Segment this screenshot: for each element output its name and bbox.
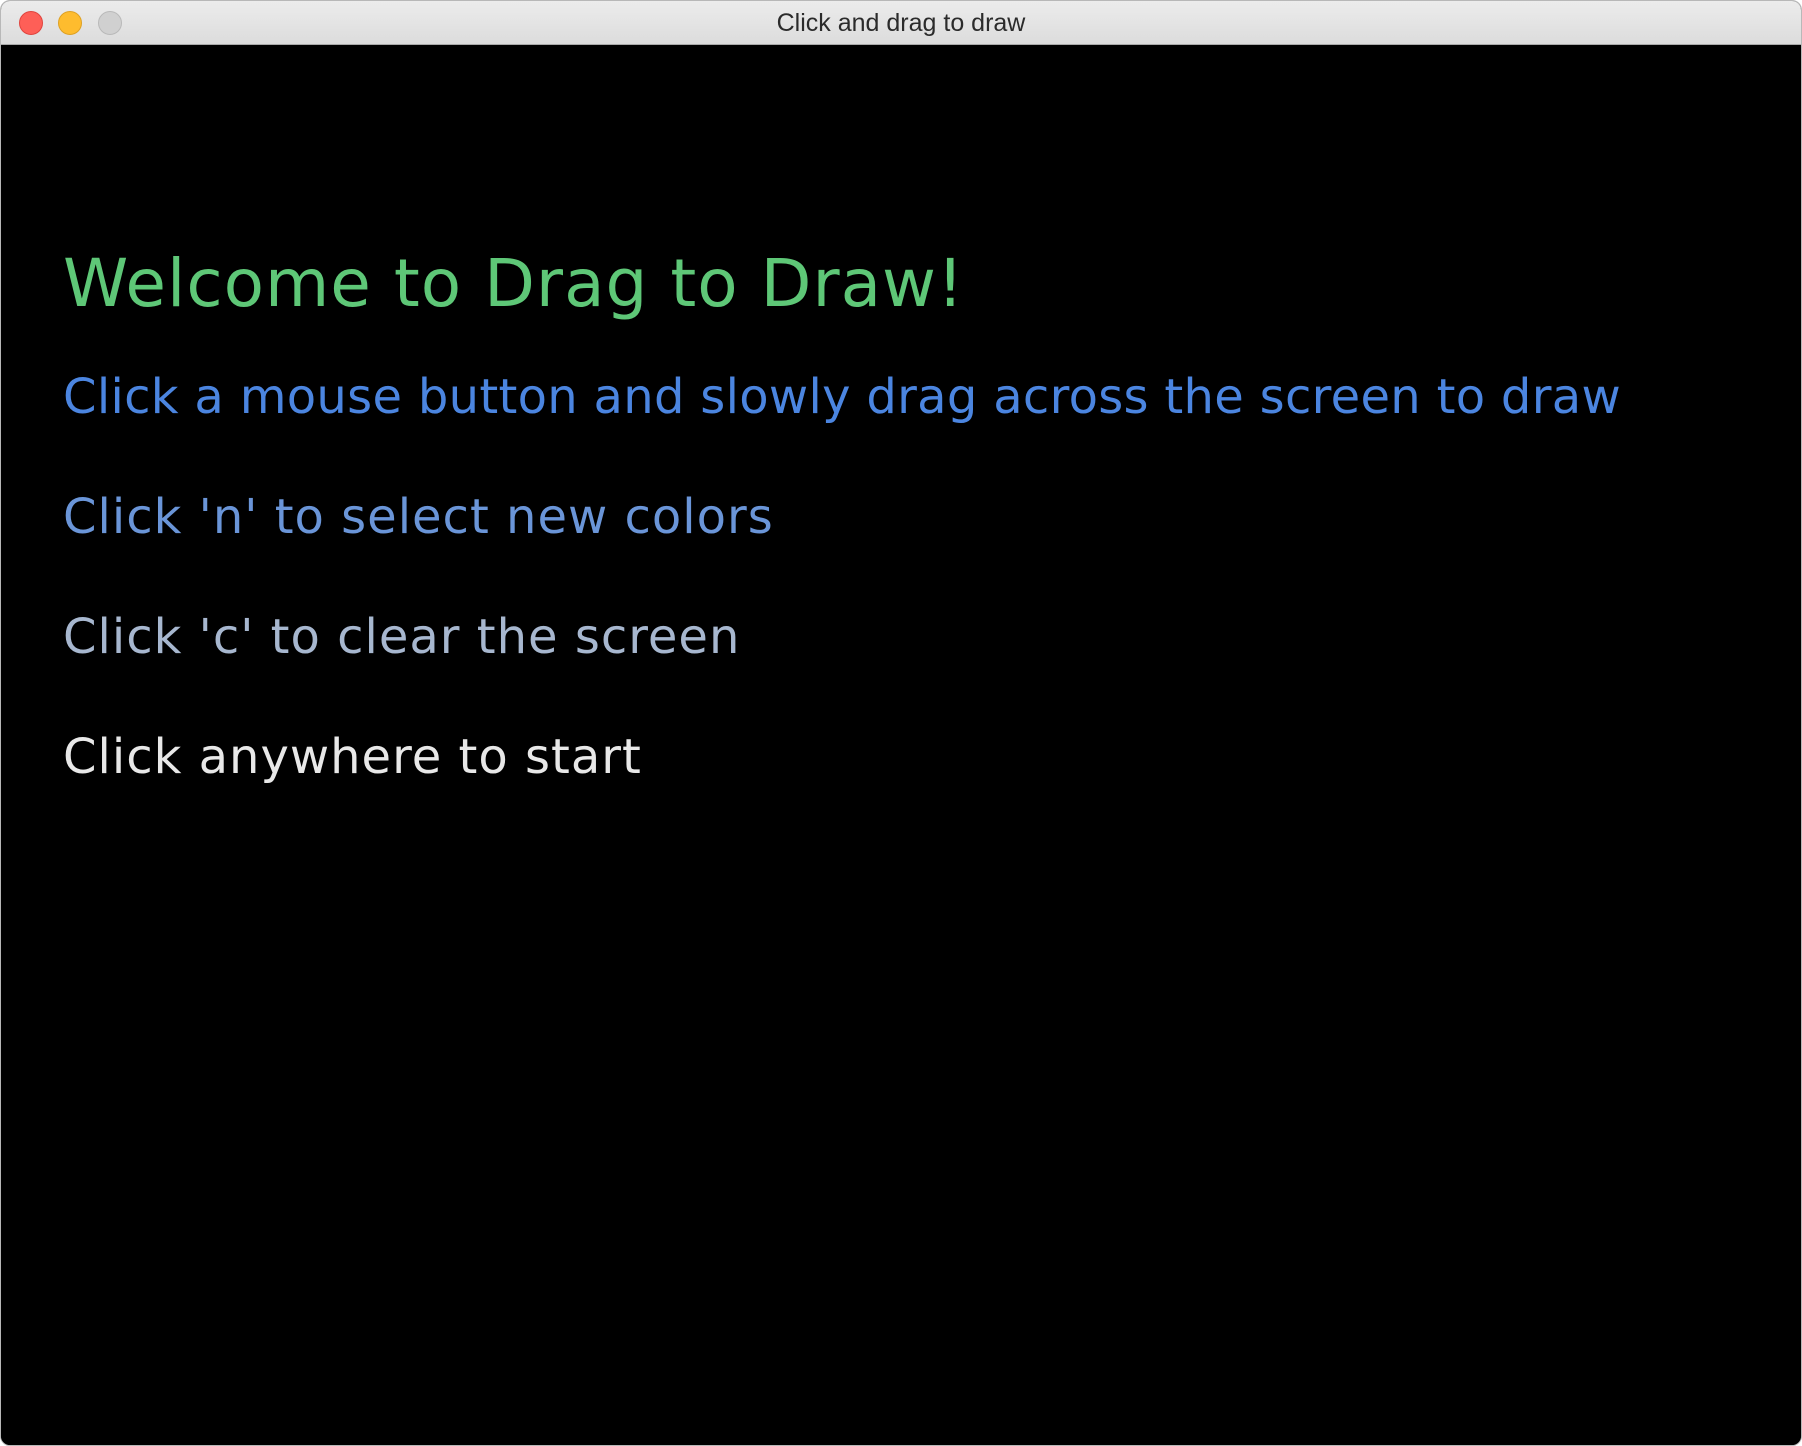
welcome-heading: Welcome to Drag to Draw! [63,245,965,322]
instruction-click-to-start: Click anywhere to start [63,729,642,785]
app-window: Click and drag to draw Welcome to Drag t… [0,0,1802,1446]
title-bar[interactable]: Click and drag to draw [1,1,1801,45]
window-title: Click and drag to draw [776,9,1026,37]
drawing-canvas[interactable]: Welcome to Drag to Draw! Click a mouse b… [1,45,1801,1445]
instruction-clear-screen: Click 'c' to clear the screen [63,609,741,665]
instruction-drag-to-draw: Click a mouse button and slowly drag acr… [63,369,1621,425]
instruction-new-colors: Click 'n' to select new colors [63,489,774,545]
